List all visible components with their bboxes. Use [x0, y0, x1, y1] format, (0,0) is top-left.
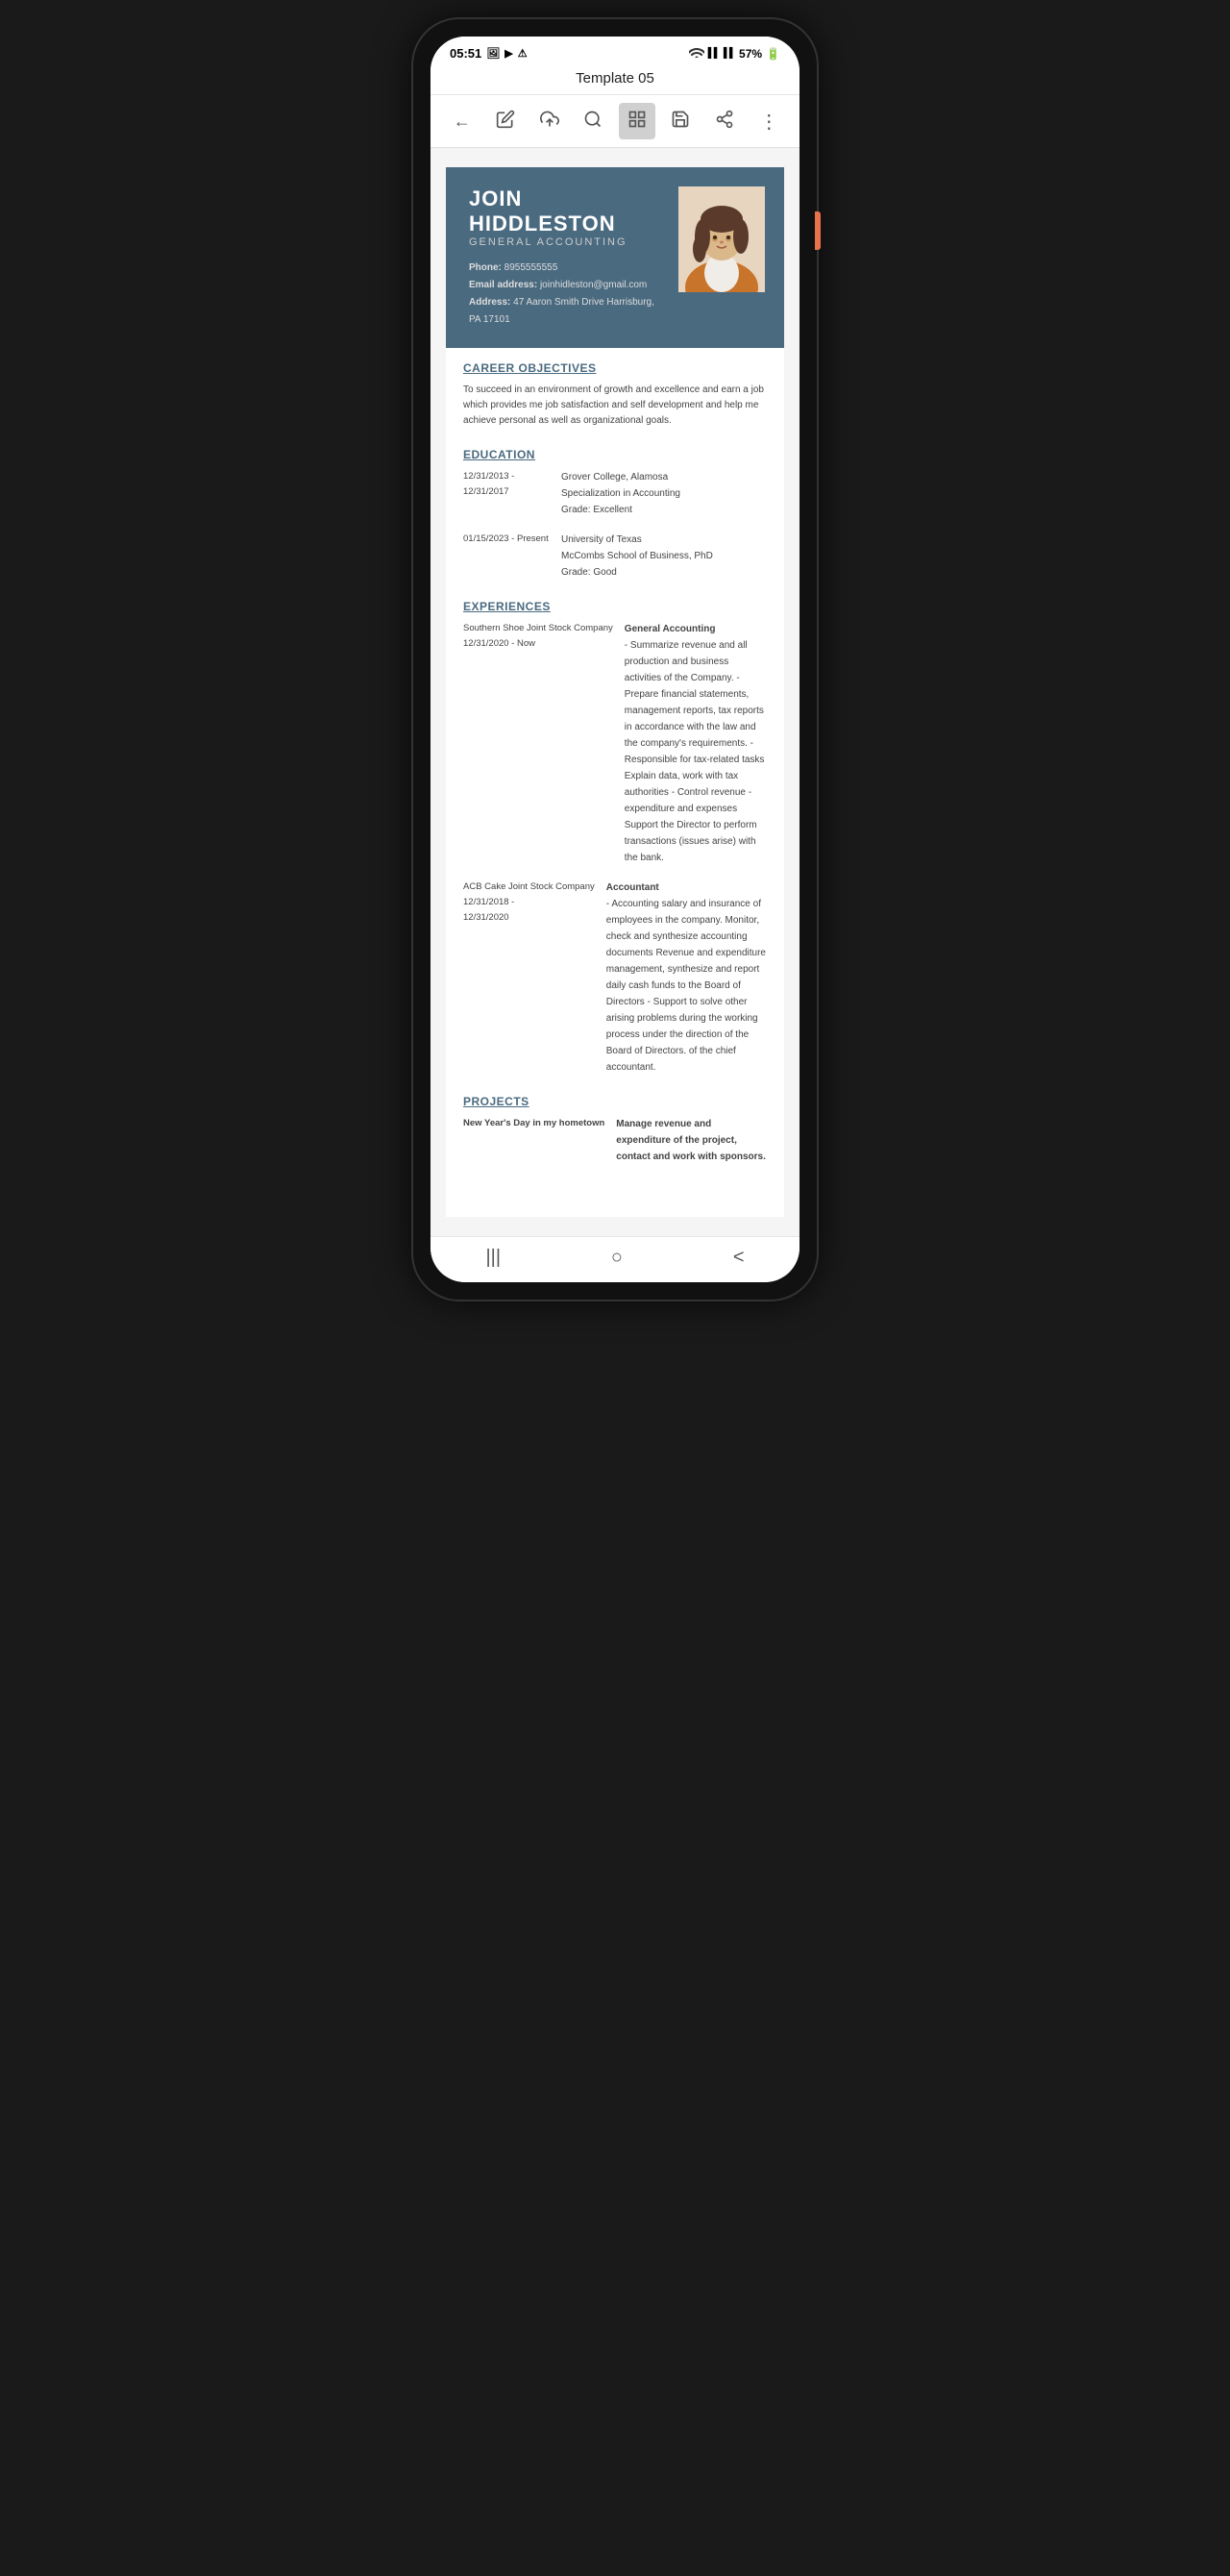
status-bar: 05:51 🖼 ▶ ⚠ ▌▌ ▌▌ 57% 🔋: [430, 37, 800, 66]
proj-desc-1: Manage revenue and expenditure of the pr…: [616, 1119, 766, 1162]
upload-icon: [540, 110, 559, 134]
exp-role-2: Accountant: [606, 882, 659, 893]
template-icon: [627, 110, 647, 134]
phone-value: 8955555555: [504, 262, 558, 273]
projects-title: PROJECTS: [463, 1095, 767, 1108]
proj-name-1: New Year's Day in my hometown: [463, 1116, 604, 1165]
objectives-title: CAREER OBJECTIVES: [463, 361, 767, 375]
template-button[interactable]: [619, 103, 655, 139]
section-education: EDUCATION 12/31/2013 -12/31/2017 Grover …: [463, 448, 767, 581]
experiences-title: EXPERIENCES: [463, 600, 767, 613]
address-label: Address:: [469, 297, 510, 308]
edu-grade-1: Grade: Excellent: [561, 505, 632, 515]
time-display: 05:51: [450, 46, 481, 61]
email-value: joinhidleston@gmail.com: [540, 280, 647, 290]
edu-grade-2: Grade: Good: [561, 567, 617, 578]
more-icon: ⋮: [759, 110, 776, 134]
nav-menu-button[interactable]: |||: [485, 1247, 501, 1269]
title-bar: Template 05: [430, 66, 800, 95]
more-button[interactable]: ⋮: [750, 103, 786, 139]
education-title: EDUCATION: [463, 448, 767, 461]
exp-role-1: General Accounting: [625, 624, 716, 634]
search-button[interactable]: [575, 103, 611, 139]
resume-header: JOIN HIDDLESTON GENERAL ACCOUNTING Phone…: [446, 167, 784, 348]
edu-school-2: University of Texas: [561, 534, 642, 545]
proj-item-1: New Year's Day in my hometown Manage rev…: [463, 1116, 767, 1165]
battery-icon: 🔋: [766, 47, 780, 61]
content-area: JOIN HIDDLESTON GENERAL ACCOUNTING Phone…: [430, 148, 800, 1236]
nav-circle-icon: ○: [611, 1247, 623, 1268]
resume-photo: [678, 186, 765, 292]
back-icon: ←: [454, 111, 471, 132]
section-projects: PROJECTS New Year's Day in my hometown M…: [463, 1095, 767, 1165]
share-button[interactable]: [706, 103, 743, 139]
resume-job-title: GENERAL ACCOUNTING: [469, 236, 663, 248]
nav-home-button[interactable]: ○: [611, 1247, 623, 1269]
proj-name-label-1: New Year's Day in my hometown: [463, 1118, 604, 1128]
edu-detail-1: Grover College, Alamosa Specialization i…: [561, 469, 767, 518]
exp-desc-1: - Summarize revenue and all production a…: [625, 640, 765, 863]
phone-label: Phone:: [469, 262, 502, 273]
section-objectives: CAREER OBJECTIVES To succeed in an envir…: [463, 361, 767, 429]
resume-body: CAREER OBJECTIVES To succeed in an envir…: [446, 348, 784, 1198]
nav-back-icon: <: [733, 1247, 745, 1268]
exp-detail-1: General Accounting - Summarize revenue a…: [625, 621, 767, 866]
education-item-1: 12/31/2013 -12/31/2017 Grover College, A…: [463, 469, 767, 518]
nav-back-button[interactable]: <: [733, 1247, 745, 1269]
avatar-image: [678, 186, 765, 292]
objectives-text: To succeed in an environment of growth a…: [463, 383, 767, 429]
page-title: Template 05: [576, 70, 654, 87]
resume-page: JOIN HIDDLESTON GENERAL ACCOUNTING Phone…: [446, 167, 784, 1217]
alert-icon: ⚠: [518, 47, 528, 60]
save-button[interactable]: [662, 103, 699, 139]
edu-date-2: 01/15/2023 - Present: [463, 532, 550, 581]
edu-spec-1: Specialization in Accounting: [561, 488, 680, 499]
email-label: Email address:: [469, 280, 537, 290]
save-icon: [671, 110, 690, 134]
search-icon: [583, 110, 603, 134]
exp-item-2: ACB Cake Joint Stock Company12/31/2018 -…: [463, 879, 767, 1076]
resume-contact: Phone: 8955555555 Email address: joinhid…: [469, 260, 663, 329]
exp-date-2: ACB Cake Joint Stock Company12/31/2018 -…: [463, 879, 595, 1076]
edit-icon: [496, 110, 515, 134]
resume-name: JOIN HIDDLESTON: [469, 186, 663, 236]
back-button[interactable]: ←: [444, 103, 480, 139]
exp-item-1: Southern Shoe Joint Stock Company12/31/2…: [463, 621, 767, 866]
signal-icon: ▌▌: [708, 48, 720, 59]
education-item-2: 01/15/2023 - Present University of Texas…: [463, 532, 767, 581]
section-experiences: EXPERIENCES Southern Shoe Joint Stock Co…: [463, 600, 767, 1076]
proj-detail-1: Manage revenue and expenditure of the pr…: [616, 1116, 767, 1165]
upload-button[interactable]: [531, 103, 568, 139]
nav-lines-icon: |||: [485, 1247, 501, 1268]
edu-spec-2: McCombs School of Business, PhD: [561, 551, 713, 561]
exp-desc-2: - Accounting salary and insurance of emp…: [606, 899, 766, 1073]
toolbar: ←: [430, 95, 800, 148]
share-icon: [715, 110, 734, 134]
photo-icon: 🖼: [486, 47, 500, 60]
edu-date-1: 12/31/2013 -12/31/2017: [463, 469, 550, 518]
battery-display: 57%: [739, 47, 762, 61]
header-info: JOIN HIDDLESTON GENERAL ACCOUNTING Phone…: [469, 186, 663, 329]
edu-detail-2: University of Texas McCombs School of Bu…: [561, 532, 767, 581]
edu-school-1: Grover College, Alamosa: [561, 472, 668, 483]
exp-date-1: Southern Shoe Joint Stock Company12/31/2…: [463, 621, 613, 866]
bottom-nav: ||| ○ <: [430, 1236, 800, 1282]
edit-button[interactable]: [487, 103, 524, 139]
signal2-icon: ▌▌: [724, 48, 735, 59]
play-icon: ▶: [504, 47, 512, 60]
exp-detail-2: Accountant - Accounting salary and insur…: [606, 879, 767, 1076]
wifi-icon: [689, 46, 704, 61]
